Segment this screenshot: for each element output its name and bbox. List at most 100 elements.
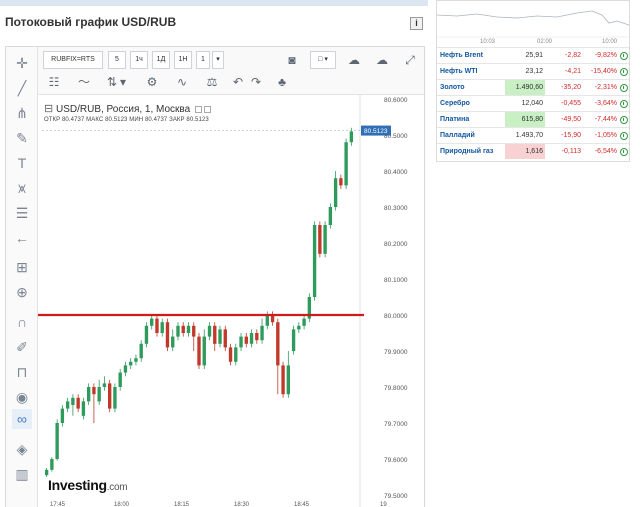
candle-body bbox=[113, 387, 117, 409]
y-tick-label: 79.8000 bbox=[384, 385, 408, 392]
interval-dropdown-icon[interactable]: ▾ bbox=[212, 51, 224, 69]
commodity-row[interactable]: Платина 615,80 -49,50 -7,44% bbox=[437, 111, 629, 127]
text-icon[interactable]: T bbox=[12, 153, 32, 173]
candle-body bbox=[171, 336, 175, 348]
candle-body bbox=[349, 131, 354, 143]
link-icon[interactable]: ∞ bbox=[12, 409, 32, 429]
commodity-row[interactable]: Нефть WTI 23,12 -4,21 -15,40% bbox=[437, 63, 629, 79]
measure-icon[interactable]: ⊞ bbox=[12, 257, 32, 277]
commodity-name[interactable]: Нефть Brent bbox=[440, 48, 483, 63]
commodity-change: -2,82 bbox=[565, 52, 581, 59]
compare-dropdown-icon[interactable]: ▾ bbox=[118, 73, 128, 91]
gear-icon[interactable]: ⚙ bbox=[142, 73, 162, 91]
investing-logo: Investing.com bbox=[48, 477, 128, 493]
magnet-icon[interactable]: ∩ bbox=[12, 312, 32, 332]
commodity-row[interactable]: Палладий 1.493,70 -15,90 -1,05% bbox=[437, 127, 629, 143]
commodity-row[interactable]: Нефть Brent 25,91 -2,82 -9,82% bbox=[437, 47, 629, 63]
candle-body bbox=[265, 315, 269, 326]
current-price-label: 80.5123 bbox=[364, 128, 388, 135]
candle-body bbox=[155, 318, 159, 333]
y-tick-label: 80.1000 bbox=[384, 277, 408, 284]
commodity-row[interactable]: Золото 1.490,60 -35,20 -2,31% bbox=[437, 79, 629, 95]
trendline-icon[interactable]: ╱ bbox=[12, 78, 32, 98]
mini-time-2: 02:00 bbox=[537, 39, 553, 45]
candle-body bbox=[176, 325, 180, 337]
logo-brand: Investing bbox=[48, 477, 107, 493]
pitchfork-icon[interactable]: ⋔ bbox=[12, 103, 32, 123]
candle-body bbox=[71, 397, 75, 405]
interval-1h-button[interactable]: 1ч bbox=[130, 51, 148, 69]
balance-icon[interactable]: ⚖ bbox=[202, 73, 222, 91]
commodities-panel: 10:03 02:00 10:00 Нефть Brent 25,91 -2,82 -… bbox=[436, 0, 630, 162]
candle-body bbox=[144, 325, 149, 344]
candle-body bbox=[244, 336, 248, 344]
price-chart[interactable]: 80.600080.500080.400080.300080.200080.10… bbox=[38, 95, 424, 507]
commodity-name[interactable]: Природный газ bbox=[440, 144, 493, 159]
back-arrow-icon[interactable]: ← bbox=[12, 228, 32, 248]
candle-body bbox=[213, 325, 217, 344]
candle-body bbox=[255, 333, 259, 341]
commodity-change-pct: -15,40% bbox=[590, 68, 617, 75]
commodity-change: -0,113 bbox=[561, 148, 581, 155]
crosshair-icon[interactable]: ✛ bbox=[12, 53, 32, 73]
brush-icon[interactable]: ✎ bbox=[12, 128, 32, 148]
commodity-row[interactable]: Серебро 12,040 -0,455 -3,64% bbox=[437, 95, 629, 111]
cloud-download-icon[interactable]: ☁ bbox=[344, 51, 364, 69]
clock-icon bbox=[620, 84, 628, 92]
x-tick-label: 18:45 bbox=[294, 502, 310, 507]
commodity-change: -0,455 bbox=[561, 100, 581, 107]
candle-body bbox=[234, 347, 238, 362]
color-select[interactable]: □ ▾ bbox=[310, 51, 336, 69]
interval-5-button[interactable]: 5 bbox=[108, 51, 126, 69]
zoom-icon[interactable]: ⊕ bbox=[12, 282, 32, 302]
commodity-last: 1.493,70 bbox=[515, 132, 543, 139]
candle-body bbox=[286, 365, 291, 395]
interval-1w-button[interactable]: 1Н bbox=[174, 51, 192, 69]
candle-body bbox=[65, 401, 70, 409]
clock-icon bbox=[620, 100, 628, 108]
interval-value[interactable]: 1 bbox=[196, 51, 210, 69]
symbol-field[interactable]: RUBFIX=RTS bbox=[43, 51, 103, 69]
candle-body bbox=[239, 336, 243, 348]
logo-suffix: .com bbox=[106, 482, 128, 493]
eye-icon[interactable]: ◉ bbox=[12, 387, 32, 407]
interval-1d-button[interactable]: 1Д bbox=[152, 51, 170, 69]
clock-icon bbox=[620, 52, 628, 60]
cloud-upload-icon[interactable]: ☁ bbox=[372, 51, 392, 69]
lock-drawing-icon[interactable]: ✐ bbox=[12, 337, 32, 357]
info-button[interactable]: i bbox=[410, 17, 423, 30]
candle-body bbox=[202, 336, 206, 366]
candle-body bbox=[323, 225, 327, 254]
commodity-name[interactable]: Палладий bbox=[440, 128, 475, 143]
camera-icon[interactable]: ◙ bbox=[282, 51, 302, 69]
candle-body bbox=[181, 325, 185, 333]
redo-icon[interactable]: ↷ bbox=[246, 73, 266, 91]
x-tick-label: 18:30 bbox=[234, 502, 250, 507]
commodity-row[interactable]: Природный газ 1,616 -0,113 -6,54% bbox=[437, 143, 629, 159]
candle-body bbox=[344, 142, 348, 186]
undo-icon[interactable]: ↶ bbox=[228, 73, 248, 91]
bar-type-icon[interactable]: ☷ bbox=[44, 73, 64, 91]
line-chart-icon[interactable]: 〜 bbox=[74, 73, 94, 91]
tree-icon[interactable]: ♣ bbox=[272, 73, 292, 91]
indicators-icon[interactable]: ∿ bbox=[172, 73, 192, 91]
candle-body bbox=[134, 358, 138, 362]
y-tick-label: 79.9000 bbox=[384, 349, 408, 356]
trash-icon[interactable]: ▥ bbox=[12, 464, 32, 484]
fibonacci-icon[interactable]: ☰ bbox=[12, 203, 32, 223]
lock-icon[interactable]: ⊓ bbox=[12, 362, 32, 382]
pattern-icon[interactable]: ⩙ bbox=[12, 178, 32, 198]
y-tick-label: 80.2000 bbox=[384, 241, 408, 248]
fullscreen-icon[interactable]: ⤢ bbox=[400, 51, 420, 69]
commodity-last: 25,91 bbox=[525, 52, 543, 59]
page: Потоковый график USD/RUB i ✛ ╱ ⋔ ✎ T ⩙ ☰… bbox=[0, 0, 640, 507]
layers-icon[interactable]: ◈ bbox=[12, 439, 32, 459]
candle-body bbox=[118, 372, 122, 387]
commodities-table: Нефть Brent 25,91 -2,82 -9,82% Нефть WTI 23,1… bbox=[437, 47, 629, 159]
commodity-name[interactable]: Платина bbox=[440, 112, 469, 127]
commodity-change: -35,20 bbox=[561, 84, 581, 91]
commodity-name[interactable]: Золото bbox=[440, 80, 465, 95]
commodity-name[interactable]: Нефть WTI bbox=[440, 64, 478, 79]
candle-body bbox=[297, 325, 301, 330]
commodity-name[interactable]: Серебро bbox=[440, 96, 470, 111]
